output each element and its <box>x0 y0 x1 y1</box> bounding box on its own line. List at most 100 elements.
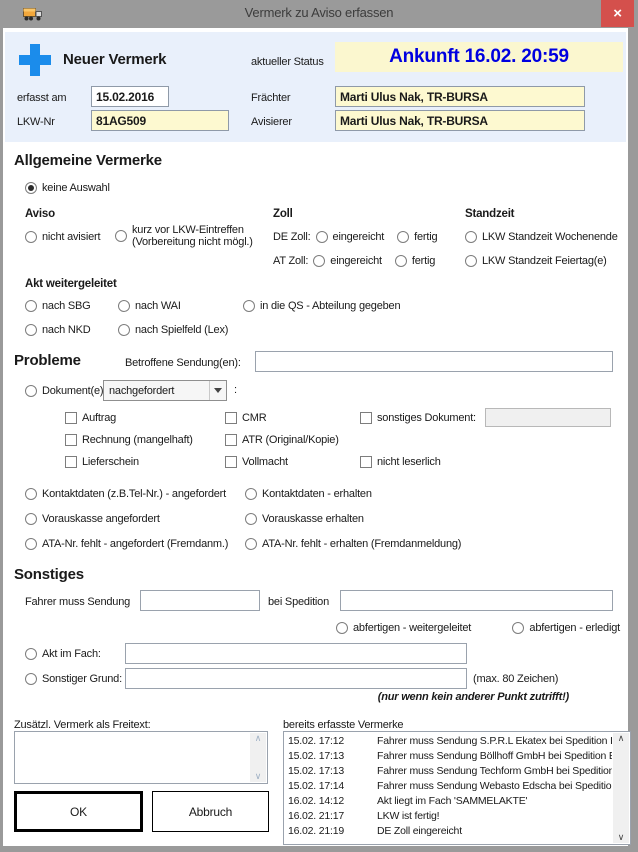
entry-time: 15.02. 17:12 <box>285 734 377 749</box>
list-item[interactable]: 15.02. 17:13 Fahrer muss Sendung Techfor… <box>285 764 612 779</box>
radio-kontaktdaten-erhalten[interactable]: Kontaktdaten - erhalten <box>245 488 372 500</box>
checkbox-nicht-leserlich[interactable]: nicht leserlich <box>360 456 441 468</box>
checkbox-vollmacht[interactable]: Vollmacht <box>225 456 288 468</box>
checkbox-atr[interactable]: ATR (Original/Kopie) <box>225 434 339 446</box>
radio-vorauskasse-angefordert[interactable]: Vorauskasse angefordert <box>25 513 160 525</box>
radio-at-eingereicht[interactable]: eingereicht <box>313 255 382 267</box>
radio-label: eingereicht <box>330 255 382 267</box>
checkbox-cmr[interactable]: CMR <box>225 412 266 424</box>
freitext-textarea[interactable]: ∧ ∨ <box>14 731 268 784</box>
radio-sonstiger-grund[interactable]: Sonstiger Grund: <box>25 673 122 685</box>
radio-keine-auswahl[interactable]: keine Auswahl <box>25 182 110 194</box>
radio-dokumente[interactable]: Dokument(e) <box>25 385 103 397</box>
betroffene-sendung-label: Betroffene Sendung(en): <box>125 357 241 369</box>
radio-abfertigen-erledigt[interactable]: abfertigen - erledigt <box>512 622 620 634</box>
checkbox-label: ATR (Original/Kopie) <box>242 434 339 446</box>
radio-icon <box>25 324 37 336</box>
checkbox-label: sonstiges Dokument: <box>377 412 476 424</box>
radio-ata-erhalten[interactable]: ATA-Nr. fehlt - erhalten (Fremdanmeldung… <box>245 538 461 550</box>
list-item[interactable]: 16.02. 14:12 Akt liegt im Fach 'SAMMELAK… <box>285 794 612 809</box>
textarea-scrollbar[interactable]: ∧ ∨ <box>250 733 266 782</box>
radio-label: nicht avisiert <box>42 231 100 243</box>
radio-de-fertig[interactable]: fertig <box>397 231 437 243</box>
radio-at-fertig[interactable]: fertig <box>395 255 435 267</box>
scroll-down-icon[interactable]: ∨ <box>255 772 261 781</box>
bei-spedition-input[interactable] <box>340 590 613 611</box>
fraechter-field[interactable]: Marti Ulus Nak, TR-BURSA <box>335 86 585 107</box>
fahrer-muss-sendung-label: Fahrer muss Sendung <box>25 596 130 608</box>
close-icon: × <box>613 5 622 22</box>
fahrer-sendung-input[interactable] <box>140 590 260 611</box>
radio-nach-wai[interactable]: nach WAI <box>118 300 181 312</box>
ok-button[interactable]: OK <box>14 791 143 832</box>
sonstiges-dokument-input[interactable] <box>485 408 611 427</box>
radio-de-eingereicht[interactable]: eingereicht <box>316 231 385 243</box>
list-item[interactable]: 16.02. 21:17 LKW ist fertig! <box>285 809 612 824</box>
radio-kontaktdaten-angefordert[interactable]: Kontaktdaten (z.B.Tel-Nr.) - angefordert <box>25 488 226 500</box>
list-item[interactable]: 16.02. 21:19 DE Zoll eingereicht <box>285 824 612 839</box>
checkbox-lieferschein[interactable]: Lieferschein <box>65 456 139 468</box>
betroffene-sendung-input[interactable] <box>255 351 613 372</box>
radio-label: keine Auswahl <box>42 182 110 194</box>
status-badge: Ankunft 16.02. 20:59 <box>335 42 623 72</box>
scroll-down-icon[interactable]: ∨ <box>618 833 624 842</box>
radio-icon <box>245 488 257 500</box>
list-scrollbar[interactable]: ∧ ∨ <box>613 733 629 843</box>
radio-vorauskasse-erhalten[interactable]: Vorauskasse erhalten <box>245 513 364 525</box>
radio-nach-spielfeld[interactable]: nach Spielfeld (Lex) <box>118 324 228 336</box>
checkbox-icon <box>225 456 237 468</box>
dokument-status-dropdown[interactable]: nachgefordert <box>103 380 227 401</box>
entry-text: LKW ist fertig! <box>377 809 612 824</box>
sonstiger-grund-input[interactable] <box>125 668 467 689</box>
scroll-up-icon[interactable]: ∧ <box>255 734 261 743</box>
radio-label: Kontaktdaten - erhalten <box>262 488 372 500</box>
plus-icon <box>19 44 51 76</box>
radio-icon <box>245 538 257 550</box>
zoll-de-row: DE Zoll: eingereicht fertig <box>273 231 437 243</box>
radio-label: nach Spielfeld (Lex) <box>135 324 228 336</box>
erfasst-am-field[interactable]: 15.02.2016 <box>91 86 169 107</box>
radio-label: fertig <box>412 255 435 267</box>
list-item[interactable]: 15.02. 17:14 Fahrer muss Sendung Webasto… <box>285 779 612 794</box>
fraechter-label: Frächter <box>251 92 290 104</box>
checkbox-icon <box>65 434 77 446</box>
akt-im-fach-input[interactable] <box>125 643 467 664</box>
radio-kurz-vor-eintreffen[interactable]: kurz vor LKW-Eintreffen (Vorbereitung ni… <box>115 224 253 248</box>
close-button[interactable]: × <box>601 0 634 27</box>
de-zoll-label: DE Zoll: <box>273 231 311 243</box>
checkbox-label: CMR <box>242 412 266 424</box>
radio-ata-angefordert[interactable]: ATA-Nr. fehlt - angefordert (Fremdanm.) <box>25 538 228 550</box>
vermerke-rows: 15.02. 17:12 Fahrer muss Sendung S.P.R.L… <box>285 734 612 839</box>
checkbox-rechnung[interactable]: Rechnung (mangelhaft) <box>65 434 193 446</box>
ok-button-label: OK <box>70 805 87 819</box>
radio-abfertigen-weitergeleitet[interactable]: abfertigen - weitergeleitet <box>336 622 471 634</box>
abbruch-button-label: Abbruch <box>189 805 232 819</box>
radio-label: Vorauskasse erhalten <box>262 513 364 525</box>
radio-icon <box>313 255 325 267</box>
radio-qs-abteilung[interactable]: in die QS - Abteilung gegeben <box>243 300 400 312</box>
scroll-up-icon[interactable]: ∧ <box>618 734 624 743</box>
window-title: Vermerk zu Aviso erfassen <box>0 5 638 20</box>
lkw-nr-field[interactable]: 81AG509 <box>91 110 229 131</box>
radio-icon <box>397 231 409 243</box>
radio-nach-sbg[interactable]: nach SBG <box>25 300 91 312</box>
radio-standzeit-feiertage[interactable]: LKW Standzeit Feiertag(e) <box>465 255 607 267</box>
radio-akt-im-fach[interactable]: Akt im Fach: <box>25 648 101 660</box>
at-zoll-label: AT Zoll: <box>273 255 308 267</box>
list-item[interactable]: 15.02. 17:12 Fahrer muss Sendung S.P.R.L… <box>285 734 612 749</box>
abbruch-button[interactable]: Abbruch <box>152 791 269 832</box>
avisierer-field[interactable]: Marti Ulus Nak, TR-BURSA <box>335 110 585 131</box>
radio-standzeit-wochenende[interactable]: LKW Standzeit Wochenende <box>465 231 618 243</box>
list-item[interactable]: 15.02. 17:13 Fahrer muss Sendung Böllhof… <box>285 749 612 764</box>
entry-time: 15.02. 17:13 <box>285 749 377 764</box>
radio-nicht-avisiert[interactable]: nicht avisiert <box>25 231 100 243</box>
radio-icon <box>25 231 37 243</box>
radio-nach-nkd[interactable]: nach NKD <box>25 324 91 336</box>
checkbox-auftrag[interactable]: Auftrag <box>65 412 116 424</box>
titlebar[interactable]: Vermerk zu Aviso erfassen × <box>0 0 638 28</box>
radio-label: nach NKD <box>42 324 91 336</box>
checkbox-sonstiges-dokument[interactable]: sonstiges Dokument: <box>360 412 476 424</box>
vermerke-list[interactable]: 15.02. 17:12 Fahrer muss Sendung S.P.R.L… <box>283 731 631 845</box>
subheading-zoll: Zoll <box>273 208 293 220</box>
radio-label: LKW Standzeit Feiertag(e) <box>482 255 607 267</box>
